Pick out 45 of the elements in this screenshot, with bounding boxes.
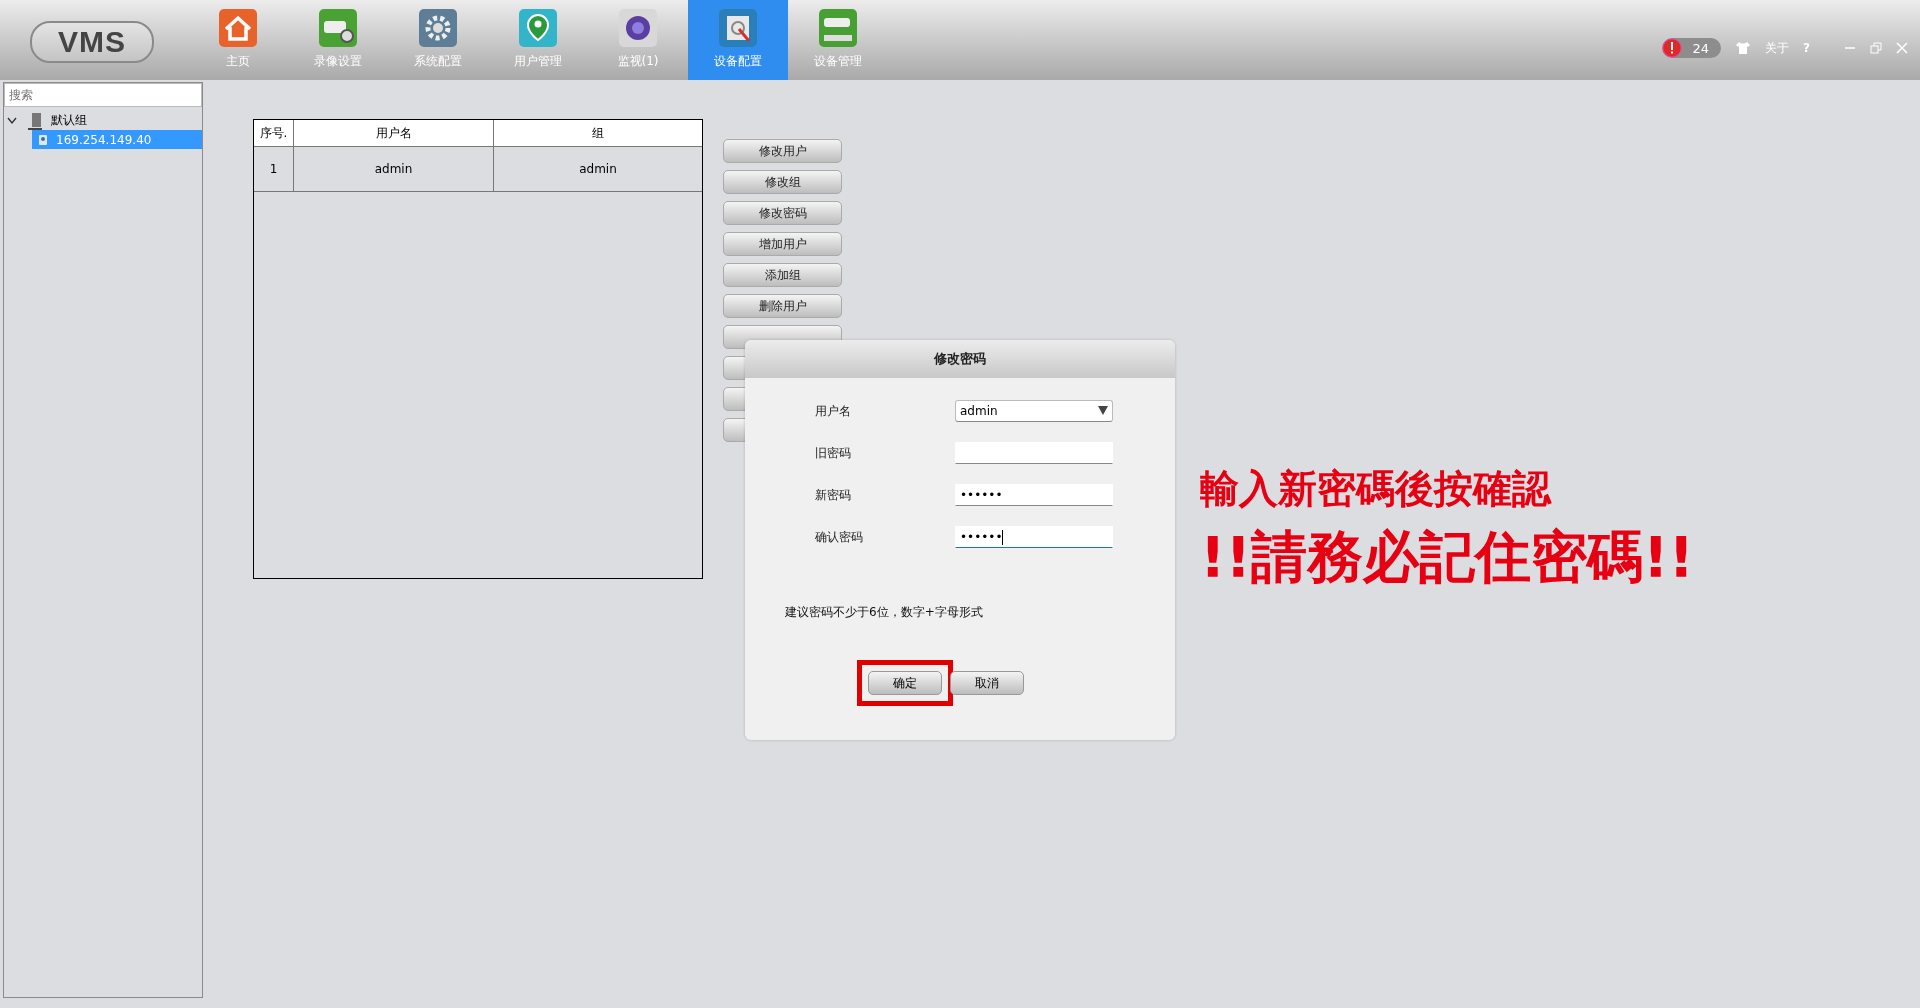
server-icon [27,111,43,130]
dropdown-arrow-icon [1098,406,1108,415]
table-cell-text: admin [578,161,618,178]
field-label: 确认密码 [815,528,864,546]
app-logo: VMS [30,21,154,63]
video-camera-icon [319,9,357,47]
password-field[interactable]: •••••• [955,484,1113,506]
action-button[interactable]: 修改用户 [723,139,842,163]
annotation-text: 輸入新密碼後按確認 [1200,465,1553,513]
action-button[interactable]: 修改密码 [723,201,842,225]
dialog-button[interactable]: 确定 [867,671,942,695]
annotation-text: !!請務必記住密碼!! [1200,523,1695,591]
username-select[interactable]: admin [955,400,1113,422]
lens-icon [619,9,657,47]
tree-group[interactable]: 默认组 [21,111,202,130]
device-manage-icon [819,9,857,47]
search-field[interactable]: 搜索 [4,83,202,107]
table-cell: 1 [254,147,294,191]
dialog-title: 修改密码 [745,340,1175,378]
action-button[interactable]: 删除用户 [723,294,842,318]
chevron-down-icon[interactable] [7,116,17,125]
action-button[interactable]: 修改组 [723,170,842,194]
column-header: 用户名 [294,120,494,146]
password-field[interactable]: •••••• [955,526,1113,548]
field-label: 新密码 [815,486,852,504]
device-config-icon [719,9,757,47]
table-cell: admin [294,147,494,191]
close-icon[interactable] [1896,42,1908,54]
dialog-button[interactable]: 取消 [949,671,1024,695]
camera-icon [38,133,48,146]
password-field[interactable] [955,442,1113,464]
alert-icon [1662,38,1683,58]
column-header: 序号. [254,120,294,146]
gear-icon [419,9,457,47]
field-label: 用户名 [815,402,852,420]
column-header: 组 [591,124,605,142]
house-icon [219,9,257,47]
action-button[interactable]: 添加组 [723,263,842,287]
action-button[interactable]: 增加用户 [723,232,842,256]
restore-icon[interactable] [1870,42,1882,54]
text-caret [1002,529,1004,545]
shirt-icon[interactable] [1735,41,1752,55]
field-label: 旧密码 [815,444,852,462]
password-hint: 建议密码不少于6位，数字+字母形式 [784,604,984,621]
user-pin-icon [519,9,557,47]
